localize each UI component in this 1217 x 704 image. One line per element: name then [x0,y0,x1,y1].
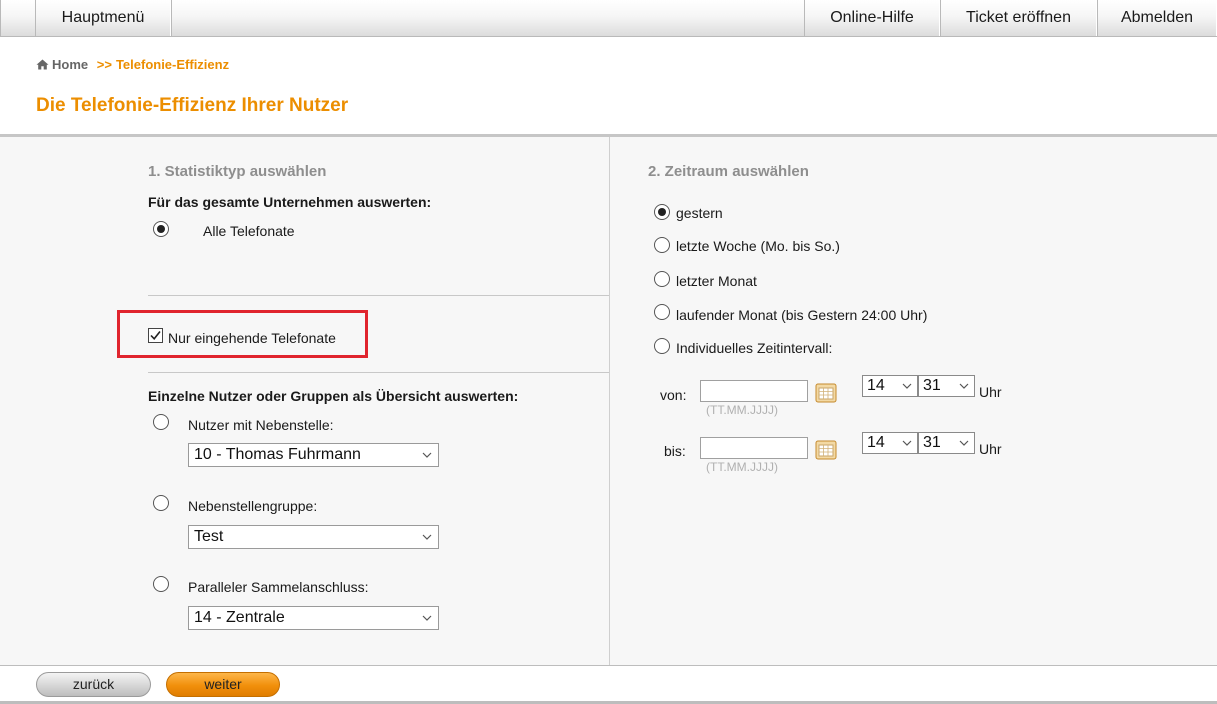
chevron-down-icon [422,534,432,540]
breadcrumb-home-label: Home [52,57,89,72]
to-date-input[interactable] [700,437,808,459]
chevron-down-icon [422,452,432,458]
period-section-title: 2. Zeitraum auswählen [648,163,809,180]
from-label: von: [660,387,687,403]
nav-online-help[interactable]: Online-Hilfe [804,0,940,36]
period-current-month-label: laufender Monat (bis Gestern 24:00 Uhr) [676,307,928,323]
chevron-down-icon [959,440,969,446]
chevron-down-icon [422,615,432,621]
user-extension-radio[interactable] [153,414,169,430]
to-hour-value: 14 [867,434,885,451]
hunt-group-label: Paralleler Sammelanschluss: [188,579,369,595]
extension-group-select[interactable]: Test [188,525,439,549]
top-navigation: Hauptmenü Online-Hilfe Ticket eröffnen A… [0,0,1217,37]
nav-logout[interactable]: Abmelden [1097,0,1217,36]
hunt-group-radio[interactable] [153,576,169,592]
to-minute-value: 31 [923,434,941,451]
period-yesterday-radio[interactable] [654,204,670,220]
period-last-month-radio[interactable] [654,271,670,287]
breadcrumb-separator: >> [96,57,112,72]
home-icon [36,59,49,70]
to-unit-label: Uhr [979,441,1002,457]
page-title: Die Telefonie-Effizienz Ihrer Nutzer [36,95,349,116]
back-button[interactable]: zurück [36,672,151,697]
calendar-icon[interactable] [815,383,837,403]
company-label: Für das gesamte Unternehmen auswerten: [148,194,432,210]
nav-open-ticket[interactable]: Ticket eröffnen [940,0,1097,36]
user-extension-label: Nutzer mit Nebenstelle: [188,417,334,433]
section-divider [148,295,609,296]
chevron-down-icon [902,383,912,389]
period-current-month-radio[interactable] [654,304,670,320]
to-hour-select[interactable]: 14 [862,432,918,454]
period-custom-radio[interactable] [654,338,670,354]
overview-label: Einzelne Nutzer oder Gruppen als Übersic… [148,388,519,404]
from-minute-value: 31 [923,377,941,394]
footer-bar: zurück weiter [0,665,1217,704]
to-date-hint: (TT.MM.JJJJ) [706,460,778,474]
breadcrumb-home[interactable]: Home [36,57,92,72]
user-extension-value: 10 - Thomas Fuhrmann [194,446,361,463]
period-yesterday-label: gestern [676,205,723,221]
period-last-week-radio[interactable] [654,237,670,253]
from-date-hint: (TT.MM.JJJJ) [706,403,778,417]
hunt-group-value: 14 - Zentrale [194,609,285,626]
from-unit-label: Uhr [979,384,1002,400]
to-label: bis: [664,443,686,459]
period-last-month-label: letzter Monat [676,273,757,289]
chevron-down-icon [902,440,912,446]
calendar-icon[interactable] [815,440,837,460]
next-button[interactable]: weiter [166,672,280,697]
user-extension-select[interactable]: 10 - Thomas Fuhrmann [188,443,439,467]
statistics-section-title: 1. Statistiktyp auswählen [148,163,327,180]
period-last-week-label: letzte Woche (Mo. bis So.) [676,238,840,254]
extension-group-radio[interactable] [153,495,169,511]
chevron-down-icon [959,383,969,389]
breadcrumb-current: Telefonie-Effizienz [115,57,230,72]
nav-spacer [0,0,35,36]
nav-spacer [171,0,804,36]
section-divider [148,372,609,373]
period-custom-label: Individuelles Zeitintervall: [676,340,833,356]
from-hour-select[interactable]: 14 [862,375,918,397]
all-calls-radio[interactable] [153,221,169,237]
from-hour-value: 14 [867,377,885,394]
breadcrumb: Home >> Telefonie-Effizienz [36,57,229,72]
extension-group-value: Test [194,528,224,545]
to-minute-select[interactable]: 31 [918,432,975,454]
hunt-group-select[interactable]: 14 - Zentrale [188,606,439,630]
nav-main-menu[interactable]: Hauptmenü [35,0,171,36]
extension-group-label: Nebenstellengruppe: [188,498,318,514]
from-date-input[interactable] [700,380,808,402]
from-minute-select[interactable]: 31 [918,375,975,397]
highlight-box [117,310,368,358]
all-calls-label: Alle Telefonate [203,223,295,239]
